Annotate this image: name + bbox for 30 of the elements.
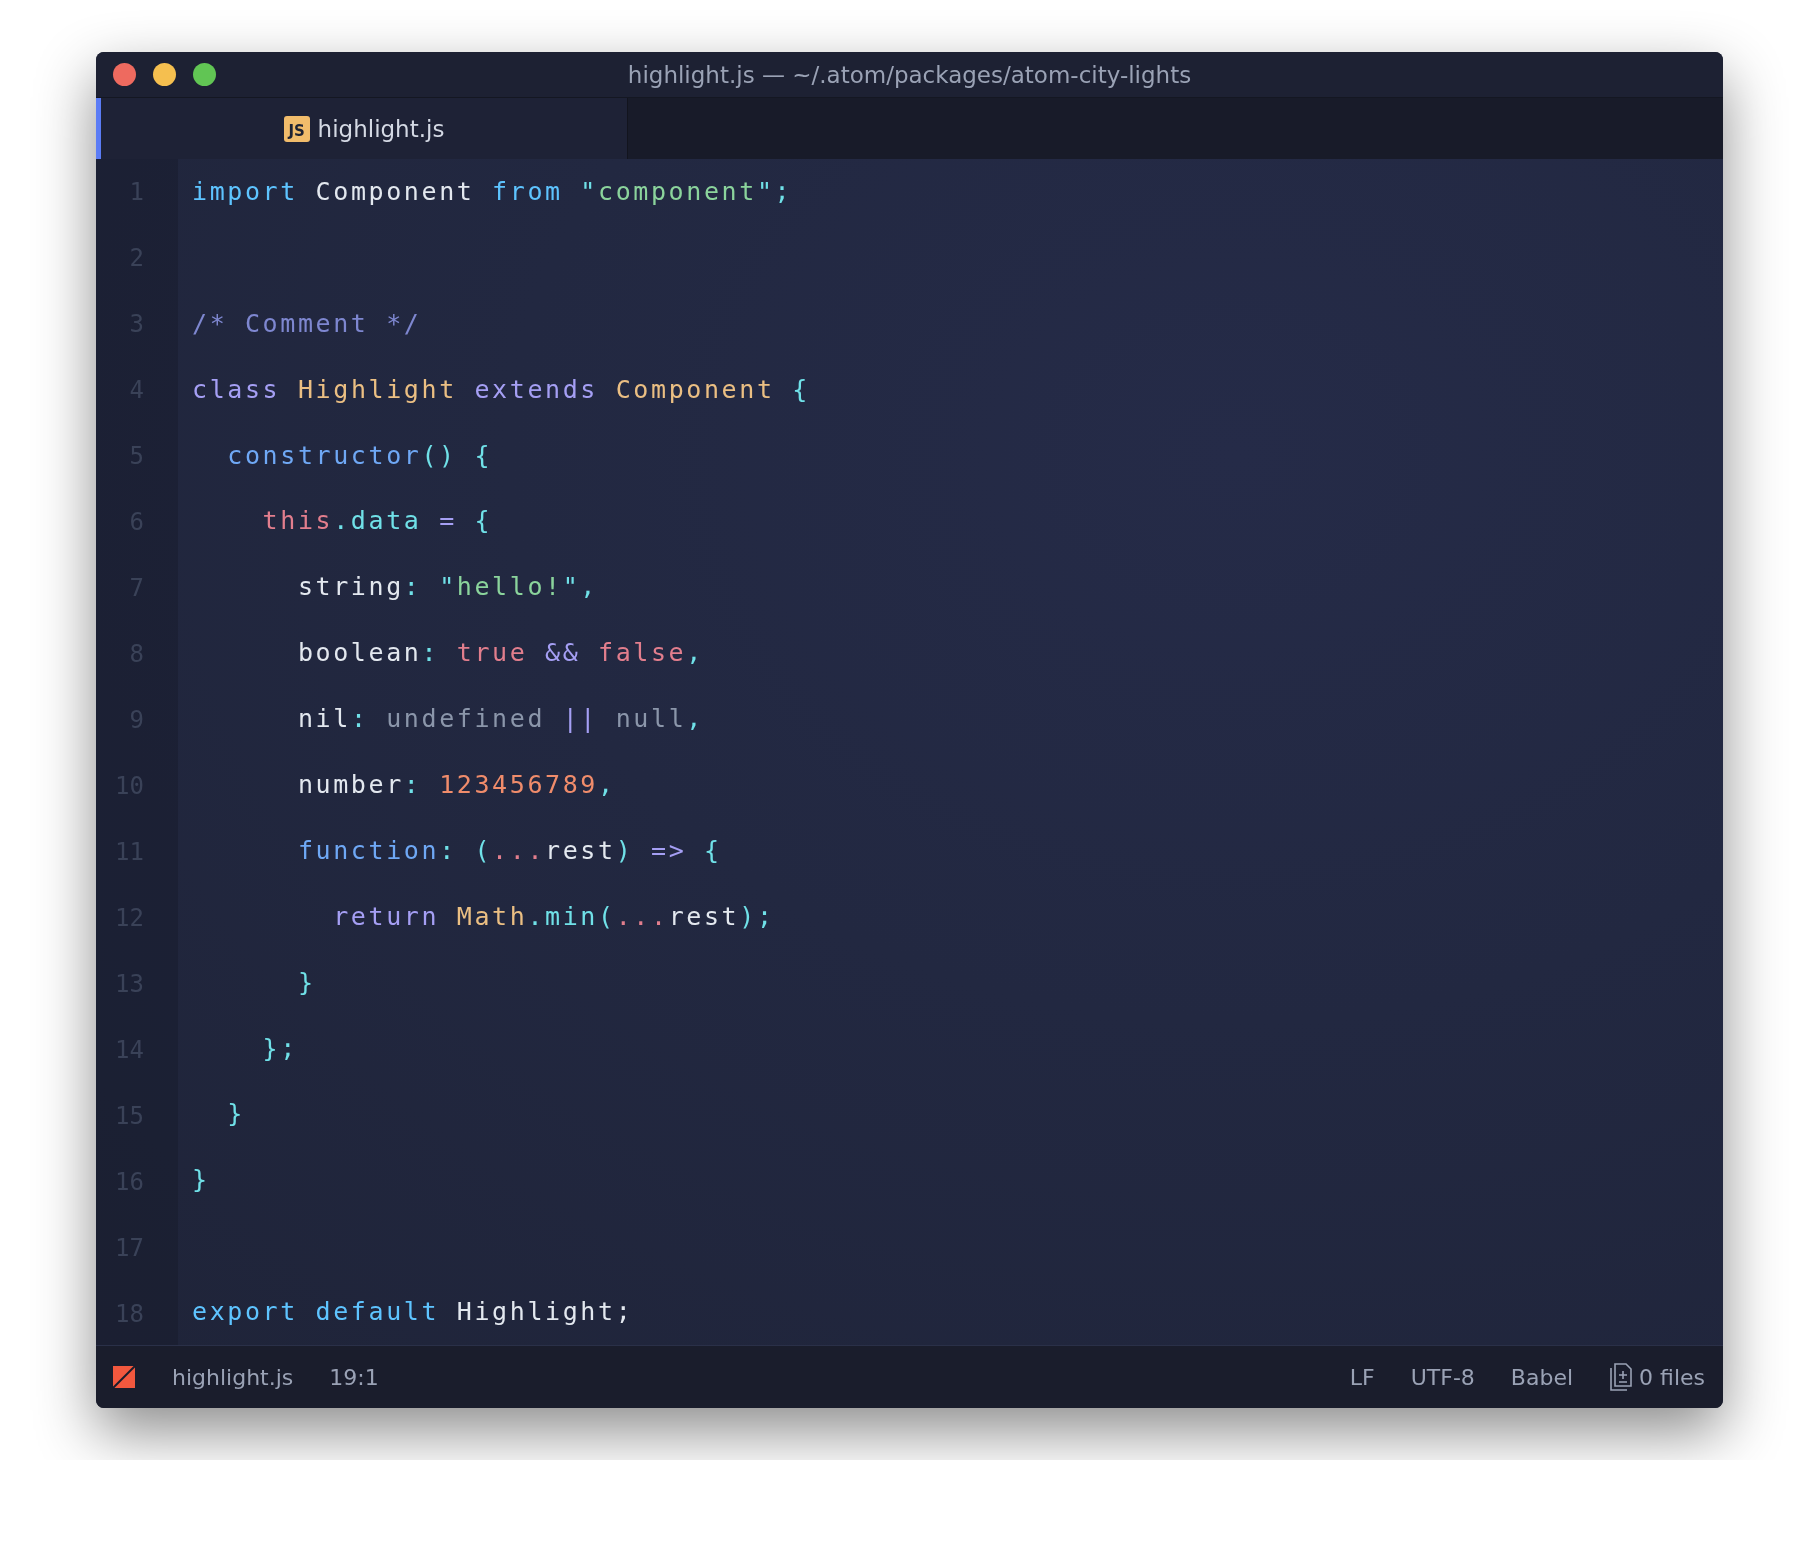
changed-files-count[interactable]: 0 files: [1639, 1364, 1705, 1390]
code-line: boolean: true && false,: [296, 637, 704, 670]
grammar-selector[interactable]: Babel: [1510, 1364, 1574, 1390]
code-line: }: [226, 1098, 245, 1131]
code-line: string: "hello!",: [296, 571, 599, 604]
code-line: number: 123456789,: [296, 768, 616, 801]
git-status-icon[interactable]: [112, 1365, 136, 1389]
line-ending[interactable]: LF: [1349, 1364, 1375, 1390]
cursor-position[interactable]: 19:1: [329, 1364, 379, 1390]
zoom-button[interactable]: [193, 63, 216, 86]
code-line: return Math.min(...rest);: [332, 900, 775, 933]
code-line: };: [261, 1032, 298, 1065]
close-button[interactable]: [113, 63, 136, 86]
code-line: import Component from "component";: [192, 175, 793, 208]
file-encoding[interactable]: UTF-8: [1410, 1364, 1475, 1390]
file-diff-icon[interactable]: [1609, 1362, 1634, 1392]
code-line: class Highlight extends Component {: [192, 373, 810, 406]
editor-tab[interactable]: JS highlight.js: [96, 98, 628, 159]
code-line: export default Highlight;: [192, 1296, 634, 1329]
js-file-icon: JS: [283, 115, 310, 142]
code-line: }: [296, 966, 316, 999]
code-line: nil: undefined || null,: [296, 703, 704, 736]
code-line: }: [192, 1164, 210, 1197]
code-line: this.data = {: [261, 505, 493, 538]
window-title: highlight.js — ~/.atom/packages/atom-city-lights: [626, 61, 1193, 88]
code-line: /* Comment */: [192, 307, 422, 340]
code-line: function: (...rest) => {: [296, 834, 722, 867]
code-line: constructor() {: [226, 439, 493, 472]
status-file-name[interactable]: highlight.js: [172, 1364, 294, 1390]
minimize-button[interactable]: [153, 63, 176, 86]
